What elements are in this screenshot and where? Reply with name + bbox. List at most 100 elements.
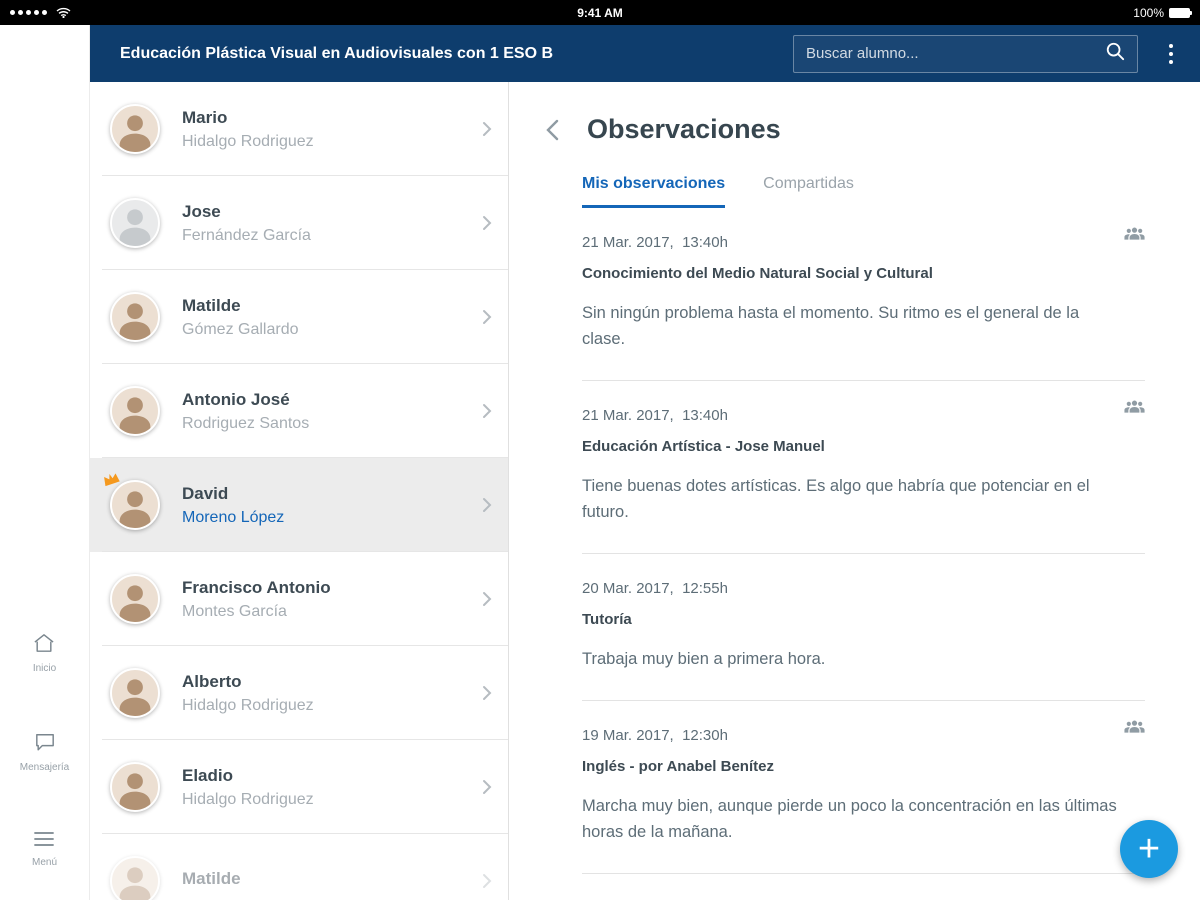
battery-icon (1169, 8, 1190, 18)
sidebar-label: Mensajería (20, 762, 69, 773)
observations-panel: Observaciones Mis observaciones Comparti… (509, 82, 1200, 900)
observation-subject: Inglés - por Anabel Benítez (582, 758, 1145, 775)
chevron-right-icon (482, 309, 492, 325)
signal-dots-icon (10, 7, 71, 18)
wifi-icon (56, 7, 71, 18)
student-row[interactable]: Mario Hidalgo Rodriguez (90, 82, 508, 176)
observation-subject: Educación Artística - Jose Manuel (582, 438, 1145, 455)
observation-subject: Tutoría (582, 611, 1145, 628)
sidebar-label: Inicio (33, 663, 56, 674)
chevron-right-icon (482, 873, 492, 889)
student-row[interactable]: Alberto Hidalgo Rodriguez (90, 646, 508, 740)
chevron-right-icon (482, 215, 492, 231)
tab-mis-observaciones[interactable]: Mis observaciones (582, 175, 725, 208)
student-last-name: Rodriguez Santos (182, 415, 482, 433)
student-avatar (110, 480, 160, 530)
status-time: 9:41 AM (577, 6, 623, 20)
student-first-name: Mario (182, 108, 482, 128)
observation-subject: Conocimiento del Medio Natural Social y … (582, 265, 1145, 282)
student-avatar (110, 386, 160, 436)
add-observation-fab[interactable]: + (1120, 820, 1178, 878)
chevron-right-icon (482, 591, 492, 607)
student-row[interactable]: Matilde (90, 834, 508, 900)
person-silhouette-icon (113, 484, 157, 528)
student-row[interactable]: Antonio José Rodriguez Santos (90, 364, 508, 458)
observation-text: Trabaja muy bien a primera hora. (582, 646, 1122, 672)
chevron-right-icon (482, 121, 492, 137)
menu-icon (33, 831, 55, 852)
sidebar-label: Menú (32, 857, 57, 868)
page-title: Educación Plástica Visual en Audiovisual… (120, 45, 773, 63)
battery-percent: 100% (1133, 6, 1164, 20)
person-silhouette-icon (113, 672, 157, 716)
chevron-right-icon (482, 497, 492, 513)
status-bar: 9:41 AM 100% (0, 0, 1200, 25)
student-row[interactable]: Jose Fernández García (90, 176, 508, 270)
app-header: Educación Plástica Visual en Audiovisual… (90, 25, 1200, 82)
person-silhouette-icon (113, 390, 157, 434)
back-chevron-icon[interactable] (544, 117, 561, 143)
chevron-right-icon (482, 779, 492, 795)
shared-group-icon (1124, 719, 1145, 734)
chevron-right-icon (482, 403, 492, 419)
observation-text: Tiene buenas dotes artísticas. Es algo q… (582, 473, 1122, 525)
person-silhouette-icon (113, 766, 157, 810)
home-icon (33, 633, 55, 658)
student-avatar (110, 762, 160, 812)
student-first-name: Jose (182, 202, 482, 222)
student-first-name: Francisco Antonio (182, 578, 482, 598)
observation-entry[interactable]: 21 Mar. 2017, 13:40h Conocimiento del Me… (582, 208, 1145, 381)
student-last-name: Moreno López (182, 509, 482, 527)
app-sidebar: Inicio Mensajería Menú (0, 25, 90, 900)
observation-text: Marcha muy bien, aunque pierde un poco l… (582, 793, 1122, 845)
tab-compartidas[interactable]: Compartidas (763, 175, 854, 208)
student-last-name: Fernández García (182, 227, 482, 245)
student-last-name: Hidalgo Rodriguez (182, 791, 482, 809)
student-avatar (110, 104, 160, 154)
sidebar-item-inicio[interactable]: Inicio (33, 633, 56, 674)
student-last-name: Gómez Gallardo (182, 321, 482, 339)
sidebar-item-menu[interactable]: Menú (32, 831, 57, 868)
search-box (793, 35, 1138, 73)
student-first-name: Eladio (182, 766, 482, 786)
observation-text: Sin ningún problema hasta el momento. Su… (582, 300, 1122, 352)
chevron-right-icon (482, 685, 492, 701)
person-silhouette-icon (113, 860, 157, 900)
student-row[interactable]: Eladio Hidalgo Rodriguez (90, 740, 508, 834)
add-fab-icon: + (1138, 830, 1160, 868)
observation-date: 19 Mar. 2017, 12:30h (582, 727, 1145, 744)
student-avatar (110, 856, 160, 900)
person-silhouette-icon (113, 108, 157, 152)
observation-date: 20 Mar. 2017, 12:55h (582, 580, 1145, 597)
person-silhouette-icon (113, 296, 157, 340)
chat-icon (34, 732, 56, 757)
student-last-name: Hidalgo Rodriguez (182, 697, 482, 715)
observation-date: 21 Mar. 2017, 13:40h (582, 407, 1145, 424)
observation-entry[interactable]: 20 Mar. 2017, 12:55h Tutoría Trabaja muy… (582, 554, 1145, 701)
student-list[interactable]: Mario Hidalgo Rodriguez Jose Fernández G… (90, 82, 509, 900)
student-first-name: David (182, 484, 482, 504)
observation-tabs: Mis observaciones Compartidas (582, 175, 1145, 208)
person-silhouette-icon (113, 578, 157, 622)
student-avatar (110, 668, 160, 718)
kebab-menu-icon[interactable] (1158, 35, 1184, 73)
observation-entry[interactable]: 21 Mar. 2017, 13:40h Educación Artística… (582, 381, 1145, 554)
panel-title: Observaciones (587, 114, 781, 145)
student-avatar (110, 574, 160, 624)
search-icon[interactable] (1105, 41, 1125, 66)
sidebar-item-mensajeria[interactable]: Mensajería (20, 732, 69, 773)
student-row[interactable]: David Moreno López (90, 458, 508, 552)
student-last-name: Montes García (182, 603, 482, 621)
student-row[interactable]: Matilde Gómez Gallardo (90, 270, 508, 364)
shared-group-icon (1124, 399, 1145, 414)
search-input[interactable] (806, 45, 1105, 62)
student-first-name: Matilde (182, 296, 482, 316)
student-avatar (110, 292, 160, 342)
student-row[interactable]: Francisco Antonio Montes García (90, 552, 508, 646)
student-first-name: Antonio José (182, 390, 482, 410)
observation-entry[interactable]: 19 Mar. 2017, 12:30h Inglés - por Anabel… (582, 701, 1145, 874)
shared-group-icon (1124, 226, 1145, 241)
person-silhouette-icon (113, 202, 157, 246)
student-first-name: Alberto (182, 672, 482, 692)
student-avatar (110, 198, 160, 248)
